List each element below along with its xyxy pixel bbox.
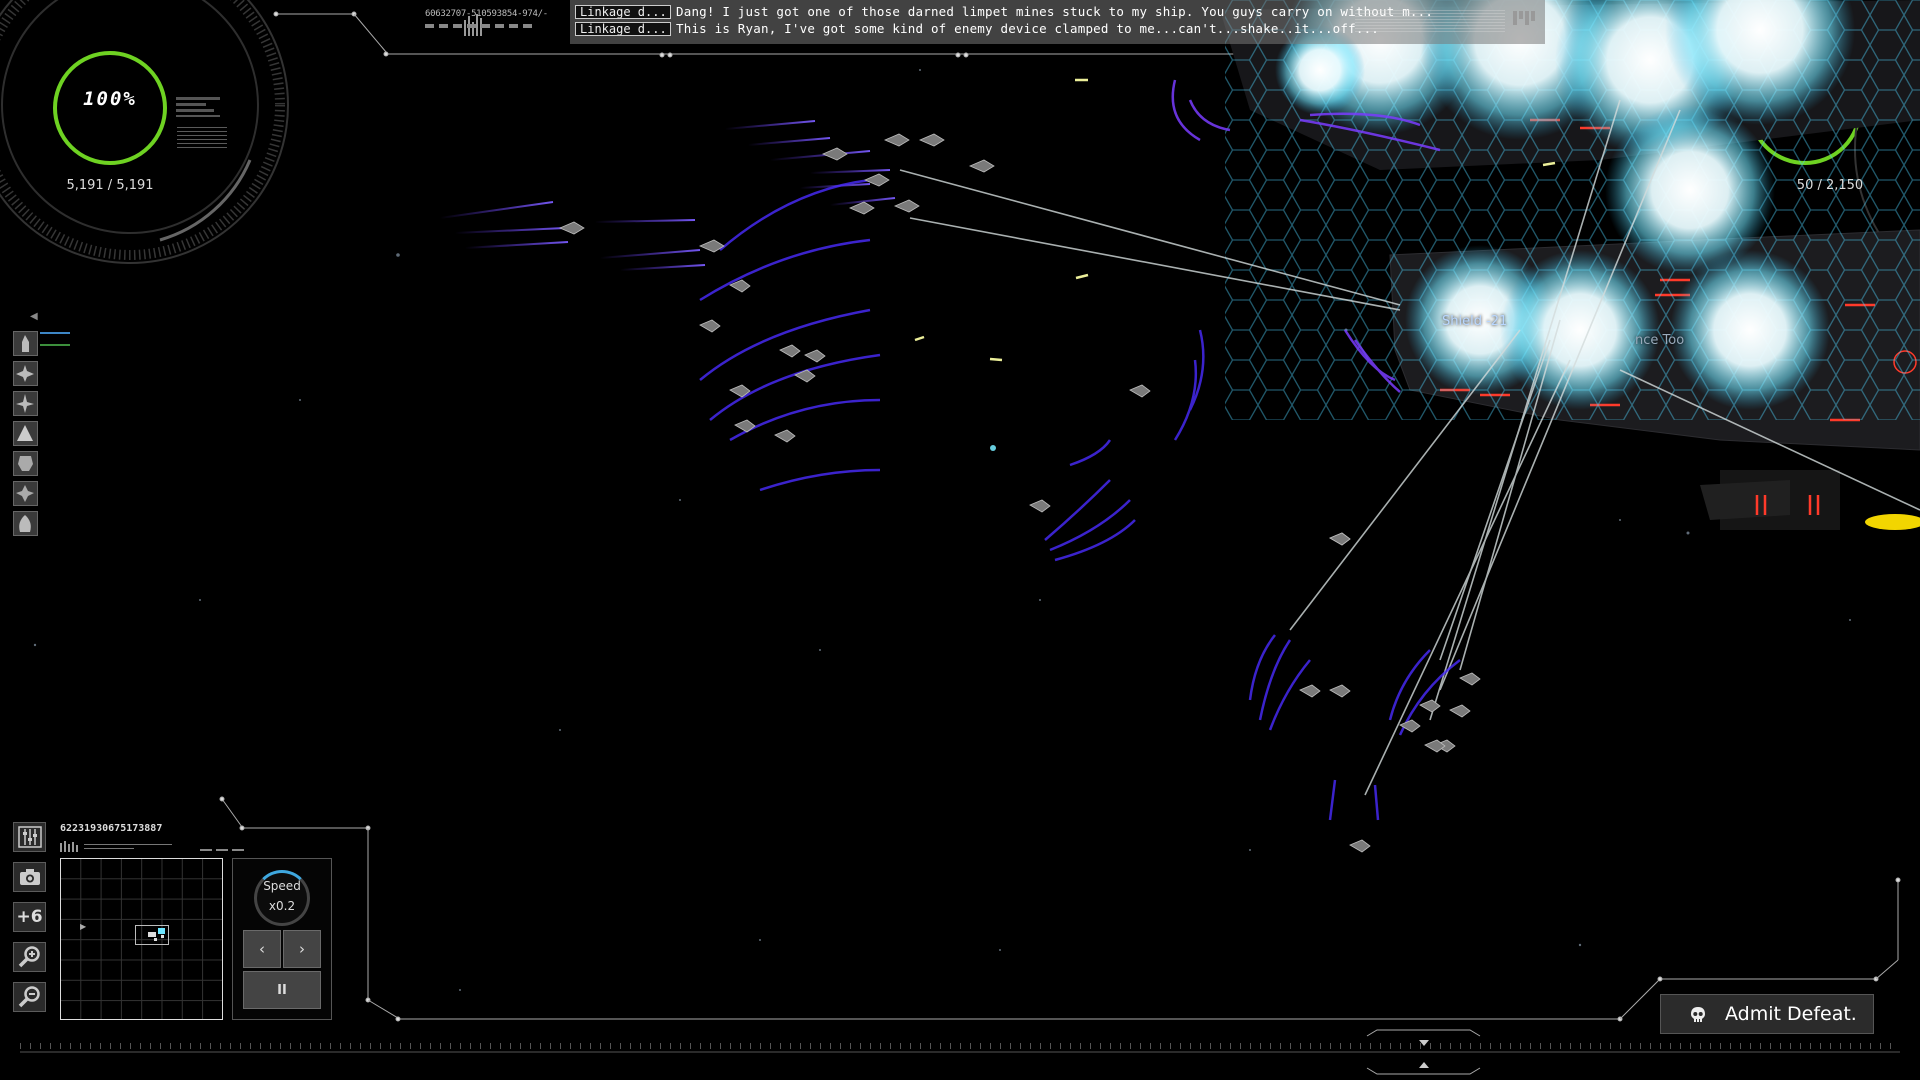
ship-icon: [19, 515, 31, 532]
ship-slot[interactable]: [13, 361, 38, 386]
comms-sender[interactable]: Linkage d...: [575, 4, 671, 19]
shield-damage-label: Shield -21: [1442, 314, 1508, 329]
comms-text: This is Ryan, I've got some kind of enem…: [676, 21, 1380, 36]
collapse-arrow-icon[interactable]: ◀: [30, 311, 40, 322]
ship-icon: [17, 425, 33, 441]
minimap-code: 62231930675173887: [60, 823, 163, 834]
timeline-ruler: [20, 1029, 1900, 1075]
ship-slot[interactable]: [13, 481, 38, 506]
ship-slot[interactable]: [13, 511, 38, 536]
ship-icon: [16, 365, 34, 382]
settings-sliders-icon: [17, 826, 42, 848]
admit-defeat-label: Admit Defeat.: [1725, 1003, 1857, 1025]
comms-code: 60632707-510593854-974/-: [425, 9, 548, 19]
comms-sender[interactable]: Linkage d...: [575, 21, 671, 36]
speed-label: Speed: [263, 879, 301, 893]
zoom-out-icon: [18, 986, 40, 1008]
ship-icon: [22, 335, 29, 352]
shield-bubbles: [1225, 0, 1920, 420]
zoom-in-button[interactable]: [13, 942, 46, 972]
minimap-viewport[interactable]: [135, 925, 169, 945]
projectile: [990, 445, 996, 451]
hull-bars: [176, 97, 220, 117]
ship-slot[interactable]: [13, 451, 38, 476]
shield-bar: [40, 332, 70, 334]
comms-message[interactable]: Linkage d... This is Ryan, I've got some…: [575, 21, 1379, 36]
comms-message[interactable]: Linkage d... Dang! I just got one of tho…: [575, 4, 1433, 19]
ship-name-label: nce Too: [1635, 333, 1685, 348]
ship-icon: [16, 485, 34, 502]
ship-slot[interactable]: [13, 331, 38, 356]
enemy-hull-value: 50 / 2,150: [1796, 178, 1864, 193]
speed-increase-button[interactable]: ›: [283, 930, 321, 968]
hull-bar: [40, 344, 70, 346]
ship-icon: [18, 456, 33, 471]
speed-value: x0.2: [268, 899, 296, 913]
comms-dashes: [425, 24, 535, 28]
speed-decrease-button[interactable]: ‹: [243, 930, 281, 968]
minimap[interactable]: ▶: [60, 858, 223, 1020]
camera-icon: [19, 869, 40, 885]
player-fleet-marker: ▶: [80, 922, 87, 931]
ship-slot[interactable]: [13, 421, 38, 446]
ship-icon: [16, 394, 34, 413]
ship-slot[interactable]: [13, 391, 38, 416]
skull-icon: [1691, 1007, 1705, 1022]
signal-icon: [1513, 11, 1535, 25]
group-count-button[interactable]: +6: [13, 902, 46, 932]
minimap-units: [148, 928, 165, 941]
comms-text: Dang! I just got one of those darned lim…: [676, 4, 1434, 19]
player-hull-percent: 100%: [83, 88, 137, 110]
hull-notes: [177, 126, 227, 148]
comms-static: [1355, 10, 1505, 32]
player-hull-value: 5,191 / 5,191: [66, 178, 154, 193]
player-hud-ring: [0, 0, 289, 264]
settings-button[interactable]: [13, 822, 46, 852]
minimap-bars: [60, 841, 244, 852]
screenshot-button[interactable]: [13, 862, 46, 892]
zoom-in-icon: [18, 946, 40, 968]
pause-button[interactable]: II: [243, 971, 321, 1009]
zoom-out-button[interactable]: [13, 982, 46, 1012]
